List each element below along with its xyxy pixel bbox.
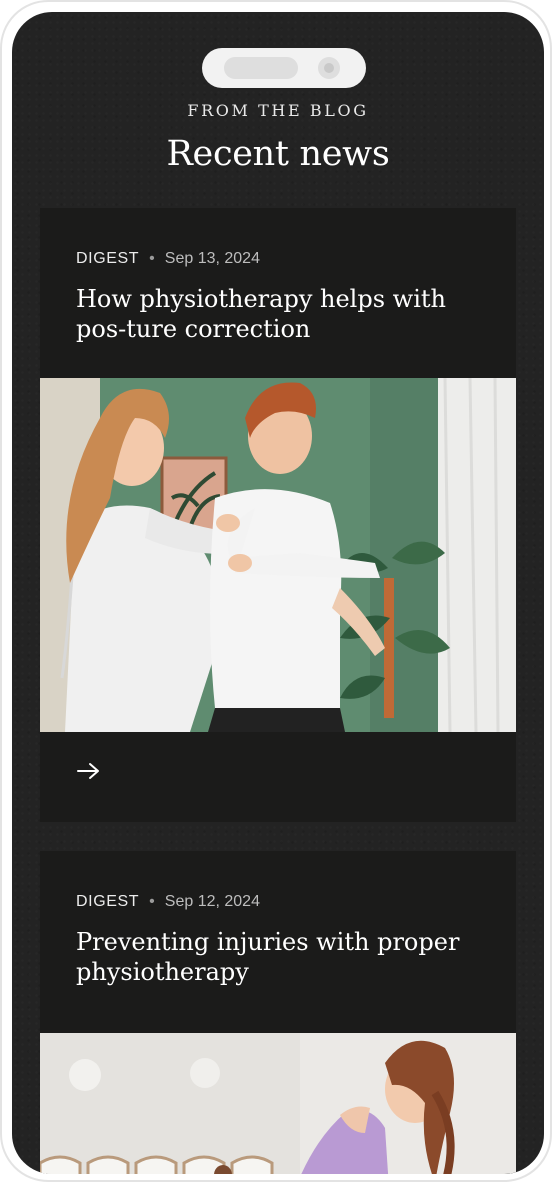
post-image[interactable] xyxy=(40,378,516,732)
section-title: Recent news xyxy=(166,134,390,174)
camera-icon xyxy=(318,57,340,79)
post-meta: DIGEST • Sep 13, 2024 xyxy=(76,250,260,268)
island-pill xyxy=(224,57,298,79)
exercise-photo xyxy=(40,1033,516,1174)
screen: FROM THE BLOG Recent news DIGEST • Sep 13,… xyxy=(12,12,544,1174)
dynamic-island xyxy=(202,48,366,88)
blog-post-card[interactable]: DIGEST • Sep 13, 2024 How physiotherapy he… xyxy=(40,208,516,822)
blog-post-card[interactable]: DIGEST • Sep 12, 2024 Preventing injuries … xyxy=(40,851,516,1174)
post-category[interactable]: DIGEST xyxy=(76,250,139,267)
arrow-right-icon[interactable] xyxy=(76,761,106,785)
post-title[interactable]: How physiotherapy helps with pos-ture co… xyxy=(76,284,496,344)
post-title[interactable]: Preventing injuries with proper physioth… xyxy=(76,927,496,987)
post-meta: DIGEST • Sep 12, 2024 xyxy=(76,893,260,911)
meta-separator: • xyxy=(149,893,155,910)
physiotherapy-photo xyxy=(40,378,516,732)
meta-separator: • xyxy=(149,250,155,267)
phone-frame: FROM THE BLOG Recent news DIGEST • Sep 13,… xyxy=(0,0,552,1182)
post-image[interactable] xyxy=(40,1033,516,1174)
post-category[interactable]: DIGEST xyxy=(76,893,139,910)
section-eyebrow: FROM THE BLOG xyxy=(187,101,369,120)
post-date: Sep 13, 2024 xyxy=(164,250,260,267)
post-date: Sep 12, 2024 xyxy=(164,893,260,910)
